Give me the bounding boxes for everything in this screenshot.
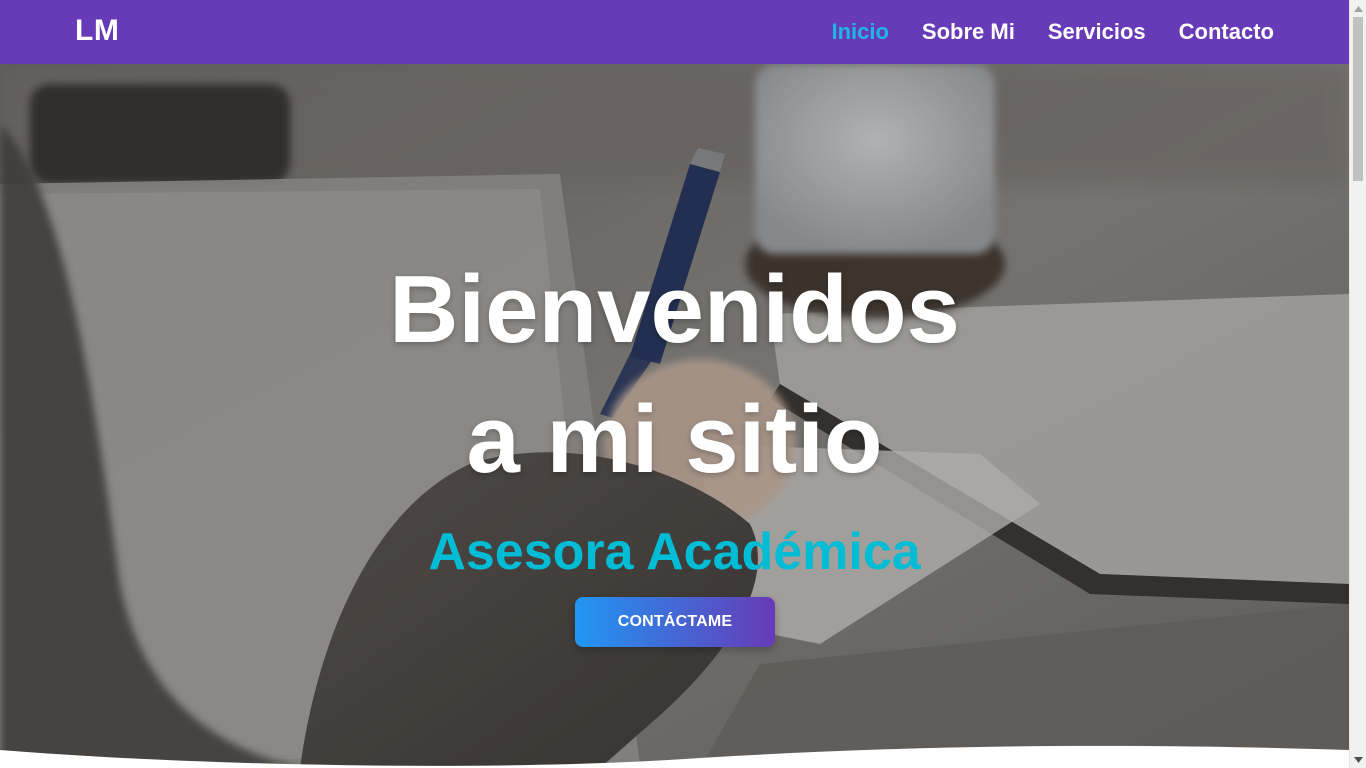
nav-item-inicio: Inicio [831,19,888,45]
hero-section: Bienvenidos a mi sitio Asesora Académica… [0,64,1349,768]
hero-title-line2: a mi sitio [466,386,883,493]
nav-link-contacto[interactable]: Contacto [1179,19,1274,44]
hero-subtitle: Asesora Académica [428,523,921,581]
nav-item-servicios: Servicios [1048,19,1146,45]
nav-link-servicios[interactable]: Servicios [1048,19,1146,44]
bottom-wave-divider [0,745,1349,768]
scrollbar-thumb[interactable] [1353,17,1363,181]
nav-item-sobre-mi: Sobre Mi [922,19,1015,45]
page: LM Inicio Sobre Mi Servicios Contacto Bi… [0,0,1366,768]
navbar: LM Inicio Sobre Mi Servicios Contacto [0,0,1349,64]
brand-logo[interactable]: LM [75,14,119,48]
triangle-down-icon[interactable] [1350,751,1366,768]
nav-link-sobre-mi[interactable]: Sobre Mi [922,19,1015,44]
nav-links: Inicio Sobre Mi Servicios Contacto [798,0,1274,64]
triangle-up-icon[interactable] [1350,0,1366,17]
contact-me-button[interactable]: CONTÁCTAME [575,597,775,647]
nav-link-inicio[interactable]: Inicio [831,19,888,44]
hero-title-line1: Bienvenidos [389,256,960,363]
vertical-scrollbar[interactable] [1349,0,1366,768]
nav-item-contacto: Contacto [1179,19,1274,45]
